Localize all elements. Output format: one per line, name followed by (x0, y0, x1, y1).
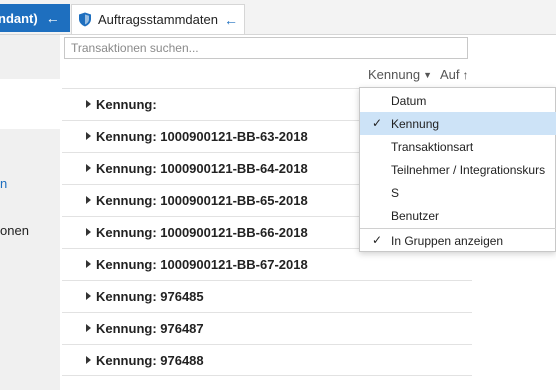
list-item-label: Kennung: (96, 97, 157, 112)
list-item-label: Kennung: 976487 (96, 321, 204, 336)
list-item-label: Kennung: 976488 (96, 352, 204, 368)
tab-previous[interactable]: ndant) ← (0, 4, 70, 32)
expand-icon[interactable] (86, 100, 91, 108)
sidebar-item-1[interactable]: n (0, 176, 7, 191)
shield-icon (79, 12, 91, 27)
expand-icon[interactable] (86, 260, 91, 268)
back-arrow-icon[interactable]: ← (46, 10, 60, 26)
expand-icon[interactable] (86, 132, 91, 140)
menu-item-label: Datum (391, 93, 427, 108)
arrow-up-icon[interactable]: ↑ (463, 68, 469, 82)
menu-item-datum[interactable]: Datum (360, 89, 556, 112)
chevron-down-icon[interactable]: ▼ (423, 70, 432, 80)
menu-item-benutzer[interactable]: Benutzer (360, 204, 556, 227)
menu-item-s[interactable]: S (360, 181, 556, 204)
menu-item-label: Kennung (391, 116, 440, 131)
back-arrow-icon[interactable]: ← (224, 12, 238, 28)
sort-field-button[interactable]: Kennung (368, 67, 420, 82)
menu-item-label: In Gruppen anzeigen (391, 233, 504, 248)
expand-icon[interactable] (86, 164, 91, 172)
checkmark-icon: ✓ (372, 233, 383, 247)
expand-icon[interactable] (86, 292, 91, 300)
sort-bar: Kennung ▼ Auf ↑ (368, 67, 469, 82)
menu-item-label: Teilnehmer / Integrationskurs (391, 162, 546, 177)
list-item-label: Kennung: 1000900121-BB-66-2018 (96, 225, 308, 240)
list-item[interactable]: Kennung: 976485 (62, 280, 472, 312)
tab-bar: ndant) ← Auftragsstammdaten ← (0, 0, 556, 35)
expand-icon[interactable] (86, 324, 91, 332)
sidebar-selected-item[interactable] (0, 79, 60, 129)
menu-item-teilnehmer[interactable]: Teilnehmer / Integrationskurs (360, 158, 556, 181)
list-item-label: Kennung: 1000900121-BB-64-2018 (96, 161, 308, 176)
expand-icon[interactable] (86, 356, 91, 364)
sort-direction-button[interactable]: Auf (440, 67, 460, 82)
menu-item-in-gruppen-anzeigen[interactable]: ✓ In Gruppen anzeigen (360, 229, 556, 252)
sidebar-item-2[interactable]: onen (0, 223, 29, 238)
list-item[interactable]: Kennung: 976487 (62, 312, 472, 344)
list-item-label: Kennung: 1000900121-BB-63-2018 (96, 129, 308, 144)
expand-icon[interactable] (86, 228, 91, 236)
list-item-label: Kennung: 976485 (96, 289, 204, 304)
menu-item-label: Benutzer (391, 208, 440, 223)
search-input[interactable] (64, 37, 468, 59)
list-item-label: Kennung: 1000900121-BB-67-2018 (96, 257, 308, 272)
menu-item-label: Transaktionsart (391, 139, 474, 154)
sort-dropdown-menu: Datum ✓ Kennung Transaktionsart Teilnehm… (359, 87, 556, 252)
list-item[interactable]: Kennung: 1000900121-BB-67-2018 (62, 248, 472, 280)
menu-item-label: S (391, 185, 400, 200)
tab-auftragsstammdaten[interactable]: Auftragsstammdaten ← (71, 4, 245, 34)
menu-item-transaktionsart[interactable]: Transaktionsart (360, 135, 556, 158)
checkmark-icon: ✓ (372, 116, 383, 130)
list-item[interactable]: Kennung: 976488 (62, 344, 472, 376)
menu-item-kennung[interactable]: ✓ Kennung (360, 112, 556, 135)
sidebar: n onen (0, 35, 60, 390)
tab-title: Auftragsstammdaten (98, 12, 218, 27)
tab-previous-label: ndant) (0, 10, 38, 26)
list-item-label: Kennung: 1000900121-BB-65-2018 (96, 193, 308, 208)
expand-icon[interactable] (86, 196, 91, 204)
